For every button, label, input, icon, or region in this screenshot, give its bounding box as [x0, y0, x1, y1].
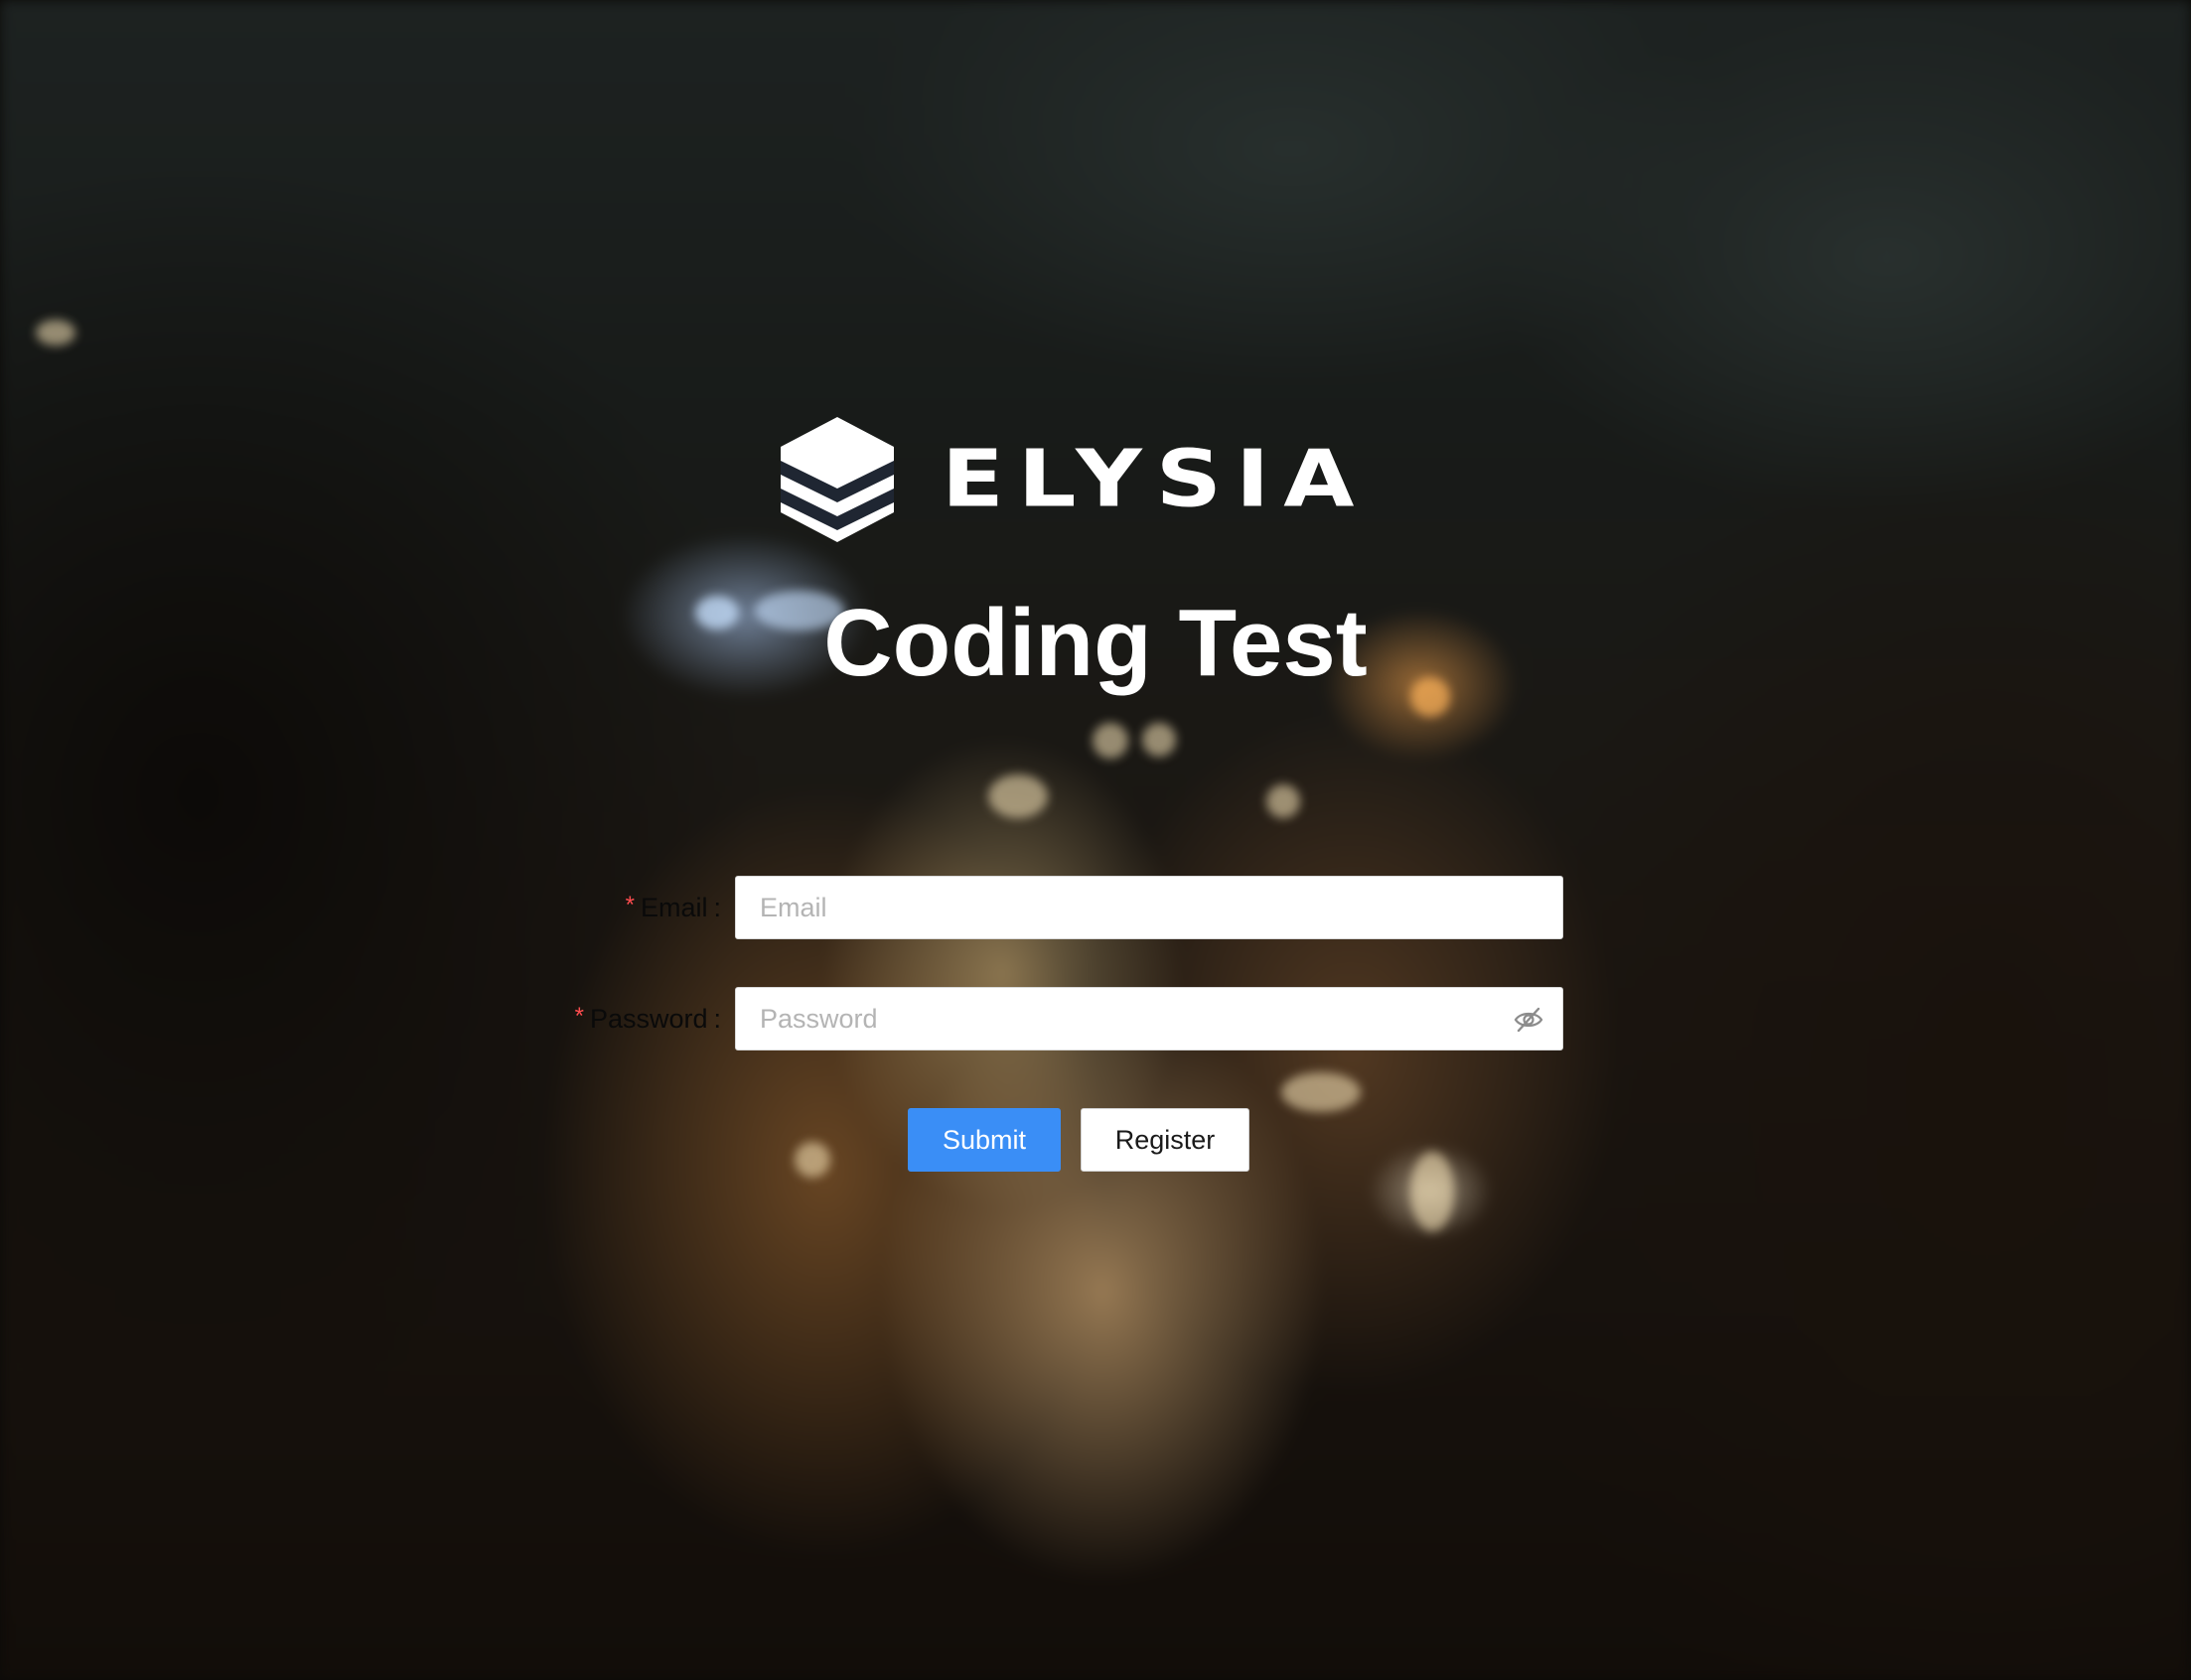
email-form-item: * Email: — [497, 876, 1575, 939]
label-colon: : — [713, 893, 721, 922]
page-title: Coding Test — [823, 590, 1368, 696]
required-mark: * — [574, 1003, 584, 1030]
login-page: ELYSIA Coding Test *Email: *Password: Su… — [0, 0, 2191, 1680]
brand-name: ELYSIA — [942, 433, 1369, 525]
email-input-wrapper — [735, 876, 1563, 939]
eye-slash-icon[interactable] — [1513, 1004, 1544, 1036]
register-button[interactable]: Register — [1081, 1108, 1249, 1172]
email-label-text: Email — [640, 893, 708, 922]
form-actions: Submit Register — [908, 1108, 1249, 1172]
password-form-item: * Password: — [497, 987, 1575, 1050]
login-panel: ELYSIA Coding Test *Email: *Password: Su… — [0, 0, 2191, 1680]
stacked-layers-icon — [781, 417, 894, 542]
email-label: * Email: — [497, 892, 735, 923]
password-label-text: Password — [589, 1004, 708, 1034]
brand-logo: ELYSIA — [781, 417, 1368, 542]
password-input[interactable] — [736, 988, 1562, 1050]
password-label: * Password: — [497, 1003, 735, 1035]
required-mark: * — [625, 892, 635, 918]
label-colon: : — [713, 1004, 721, 1034]
submit-button[interactable]: Submit — [908, 1108, 1061, 1172]
email-input[interactable] — [736, 877, 1562, 938]
password-input-wrapper — [735, 987, 1563, 1050]
